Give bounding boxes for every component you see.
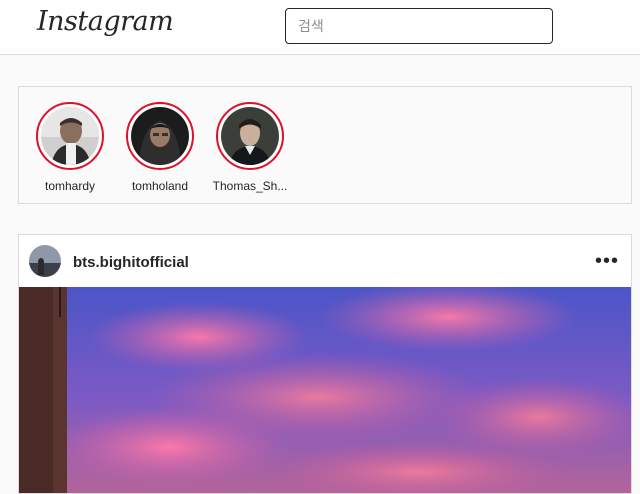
story-username: tomhardy [44,179,96,193]
post-image[interactable] [19,282,631,493]
search-input[interactable] [285,8,553,44]
top-navigation-bar: Instagram [0,0,640,55]
story-item-tomholand[interactable]: tomholand [120,102,200,193]
story-ring[interactable] [126,102,194,170]
story-item-thomas-sh[interactable]: Thomas_Sh... [210,102,290,193]
story-ring[interactable] [216,102,284,170]
instagram-logo[interactable]: Instagram [37,6,174,37]
more-options-icon[interactable]: ••• [595,251,619,271]
story-ring[interactable] [36,102,104,170]
feed-post: bts.bighitofficial ••• [18,234,632,494]
story-item-tomhardy[interactable]: tomhardy [30,102,110,193]
post-author-avatar[interactable] [29,245,61,277]
story-avatar [131,107,189,165]
post-author-username[interactable]: bts.bighitofficial [73,254,189,271]
story-avatar [41,107,99,165]
stories-tray: tomhardy tomholand Thomas_Sh... [18,86,632,204]
story-username: tomholand [131,179,189,193]
story-avatar [221,107,279,165]
story-username: Thomas_Sh... [212,179,288,193]
post-header: bts.bighitofficial ••• [19,235,631,287]
